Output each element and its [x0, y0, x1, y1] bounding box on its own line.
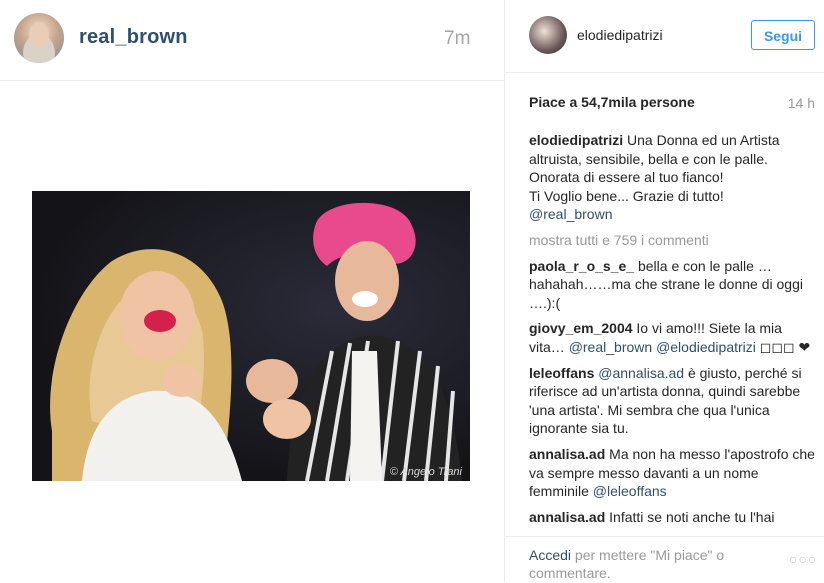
caption-line-4: Ti Voglio bene... Grazie di tutto!: [529, 187, 724, 204]
likes-row: Piace a 54,7mila persone 14 h: [529, 94, 815, 111]
comment-author[interactable]: giovy_em_2004: [529, 320, 633, 336]
emoji-glyphs: ◻◻◻ ❤: [759, 338, 811, 355]
caption: elodiedipatrizi Una Donna ed un Artista …: [529, 131, 821, 224]
comment-mention[interactable]: @leleoffans: [593, 483, 667, 499]
comment-text: Infatti se noti anche tu l'hai: [609, 508, 775, 525]
post-time: 7m: [444, 28, 471, 49]
comment-mention[interactable]: @real_brown: [569, 339, 652, 355]
comments-sidebar: elodiedipatrizi Segui Piace a 54,7mila p…: [504, 0, 824, 582]
post-photo: © Angelo Trani: [32, 191, 470, 481]
follow-button[interactable]: Segui: [751, 20, 815, 50]
more-options-icon[interactable]: ○○○: [789, 551, 817, 567]
comment-item: leleoffans @annalisa.ad è giusto, perché…: [529, 364, 821, 438]
sidebar-header: elodiedipatrizi Segui: [505, 0, 824, 73]
photo-illustration: [50, 202, 462, 481]
login-prompt: Accedi per mettere "Mi piace" o commenta…: [529, 546, 759, 582]
post-age: 14 h: [787, 95, 815, 111]
caption-line-2: altruista, sensibile, bella e con le pal…: [529, 150, 768, 167]
comment-mention[interactable]: @elodiedipatrizi: [656, 339, 756, 355]
post-pane: real_brown 7m © Angelo Trani: [0, 0, 504, 582]
login-link[interactable]: Accedi: [529, 547, 571, 563]
photo-credit: © Angelo Trani: [389, 466, 462, 478]
sidebar-username[interactable]: elodiedipatrizi: [577, 27, 663, 43]
post-header: real_brown 7m: [0, 0, 504, 81]
comment-author[interactable]: leleoffans: [529, 365, 594, 381]
comments-list[interactable]: elodiedipatrizi Una Donna ed un Artista …: [529, 131, 821, 531]
bottom-bar: Accedi per mettere "Mi piace" o commenta…: [505, 536, 824, 583]
caption-line-3: Onorata di essere al tuo fianco!: [529, 169, 724, 186]
comment-item: giovy_em_2004 Io vi amo!!! Siete la mia …: [529, 319, 821, 356]
likes-count[interactable]: Piace a 54,7mila persone: [529, 94, 695, 110]
comment-author[interactable]: annalisa.ad: [529, 509, 605, 525]
post-author[interactable]: real_brown: [79, 26, 188, 49]
comment-item: paola_r_o_s_e_ bella e con le palle …hah…: [529, 257, 821, 313]
comment-author[interactable]: annalisa.ad: [529, 446, 605, 462]
caption-author[interactable]: elodiedipatrizi: [529, 132, 623, 148]
caption-mention[interactable]: @real_brown: [529, 205, 821, 224]
comment-item: annalisa.ad Ma non ha messo l'apostrofo …: [529, 445, 821, 501]
comment-mention[interactable]: @annalisa.ad: [598, 365, 684, 381]
comment-item: annalisa.ad Infatti se noti anche tu l'h…: [529, 508, 821, 527]
author-avatar[interactable]: [14, 13, 64, 63]
sidebar-avatar[interactable]: [529, 16, 567, 54]
caption-line-1: Una Donna ed un Artista: [627, 132, 780, 148]
show-all-comments[interactable]: mostra tutti e 759 i commenti: [529, 231, 821, 250]
comment-author[interactable]: paola_r_o_s_e_: [529, 258, 634, 274]
